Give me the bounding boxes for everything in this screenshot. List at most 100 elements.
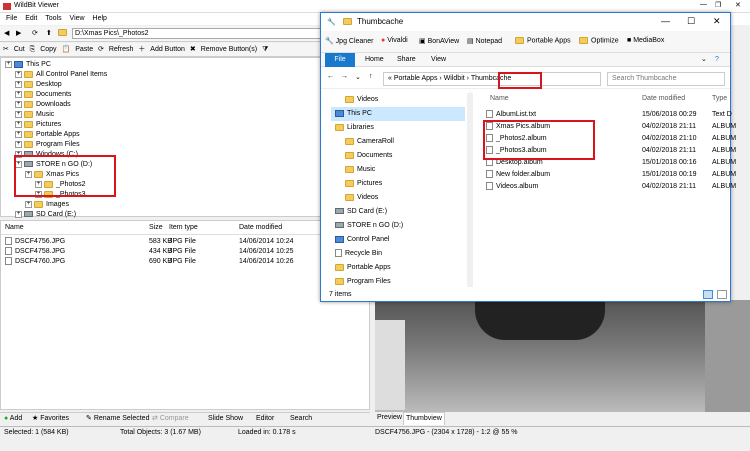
col-date-header[interactable]: Date modified xyxy=(642,95,685,102)
file-cell[interactable]: DSCF4756.JPG xyxy=(5,237,65,247)
expand-icon[interactable]: + xyxy=(15,100,22,108)
fav-vivaldi[interactable]: ● Vivaldi xyxy=(381,37,408,44)
nav-item[interactable]: Portable Apps xyxy=(335,261,391,275)
explorer-search-input[interactable]: Search Thumbcache xyxy=(607,72,725,86)
expand-icon[interactable]: + xyxy=(15,90,22,98)
up-arrow-icon[interactable]: ↑ xyxy=(369,73,373,80)
forward-arrow-icon[interactable]: → xyxy=(341,73,348,80)
tree-item[interactable]: + Portable Apps xyxy=(15,130,80,140)
explorer-maximize-button[interactable]: ☐ xyxy=(687,16,695,27)
explorer-file-row[interactable]: Videos.album 04/02/2018 21:11 ALBUM xyxy=(486,181,736,193)
expand-icon[interactable]: + xyxy=(15,80,22,88)
tab-preview[interactable]: Preview xyxy=(377,412,402,424)
tab-share[interactable]: Share xyxy=(397,53,416,67)
menu-help[interactable]: Help xyxy=(93,15,107,22)
fav-notepad[interactable]: ▤ Notepad xyxy=(467,37,502,45)
menu-tools[interactable]: Tools xyxy=(45,15,61,22)
nav-item[interactable]: Program Files xyxy=(335,275,391,289)
add-button[interactable]: ＋ Add Button xyxy=(138,46,185,53)
search-button[interactable]: Search xyxy=(290,413,312,425)
tree-item[interactable]: + Program Files xyxy=(15,140,80,150)
expand-icon[interactable]: + xyxy=(15,110,22,118)
expand-icon[interactable]: + xyxy=(15,140,22,148)
nav-scrollbar[interactable] xyxy=(467,93,473,287)
ribbon-expand-icon[interactable]: ⌄ xyxy=(701,53,707,67)
nav-item[interactable]: Recycle Bin xyxy=(335,247,382,261)
nav-item[interactable]: Pictures xyxy=(345,177,382,191)
slide-show-button[interactable]: Slide Show xyxy=(208,413,243,425)
large-icons-view-icon[interactable] xyxy=(717,290,727,299)
expand-icon[interactable]: + xyxy=(15,210,22,218)
back-arrow-icon[interactable]: ← xyxy=(327,73,334,80)
col-date[interactable]: Date modified xyxy=(239,223,282,233)
fav-bonaview[interactable]: ▣ BonAView xyxy=(419,37,459,45)
image-preview[interactable] xyxy=(375,300,750,412)
tab-thumbview[interactable]: Thumbview xyxy=(403,412,445,425)
up-icon[interactable]: ⬆ xyxy=(46,29,52,37)
file-cell[interactable]: 14/06/2014 10:24 xyxy=(239,237,294,247)
col-type-header[interactable]: Type xyxy=(712,95,727,102)
nav-item[interactable]: STORE n GO (D:) xyxy=(335,219,403,233)
nav-item[interactable]: This PC xyxy=(331,107,465,121)
refresh-icon[interactable]: ⟳ xyxy=(32,29,38,37)
nav-item[interactable]: Control Panel xyxy=(335,233,389,247)
fav-portable-apps[interactable]: Portable Apps xyxy=(515,37,571,44)
forward-icon[interactable]: ▶ xyxy=(16,29,21,37)
expand-icon[interactable]: + xyxy=(25,200,32,208)
fav-optimize[interactable]: Optimize xyxy=(579,37,619,44)
maximize-button[interactable]: ❐ xyxy=(715,1,721,9)
paste-button[interactable]: 📋 Paste xyxy=(62,46,94,53)
copy-button[interactable]: ⎘ Copy xyxy=(30,46,57,53)
back-icon[interactable]: ◀ xyxy=(4,29,9,37)
crumb-portable-apps[interactable]: Portable Apps xyxy=(394,75,438,82)
minimize-button[interactable]: — xyxy=(700,1,707,8)
tree-item[interactable]: + Downloads xyxy=(15,100,71,110)
nav-item[interactable]: Documents xyxy=(345,149,392,163)
expand-icon[interactable]: + xyxy=(5,60,12,68)
file-cell[interactable]: DSCF4760.JPG xyxy=(5,257,65,267)
menu-file[interactable]: File xyxy=(6,15,17,22)
tree-item[interactable]: + Images xyxy=(25,200,69,210)
tree-item[interactable]: + Documents xyxy=(15,90,71,100)
fav-jpg-cleaner[interactable]: 🔧 Jpg Cleaner xyxy=(325,37,373,45)
fav-mediabox[interactable]: ■ MediaBox xyxy=(627,37,664,44)
favorites-button[interactable]: ★ Favorites xyxy=(32,413,69,425)
nav-item[interactable]: Videos xyxy=(345,93,378,107)
filter-icon[interactable]: ⧩ xyxy=(262,46,268,53)
file-cell[interactable]: 14/06/2014 10:25 xyxy=(239,247,294,257)
file-cell[interactable]: JPG File xyxy=(169,247,196,257)
expand-icon[interactable]: + xyxy=(15,70,22,78)
tree-item[interactable]: + Pictures xyxy=(15,120,61,130)
tree-item[interactable]: + Desktop xyxy=(15,80,62,90)
tab-file[interactable]: File xyxy=(325,53,355,67)
tree-item[interactable]: + All Control Panel Items xyxy=(15,70,107,80)
file-cell[interactable]: JPG File xyxy=(169,257,196,267)
tab-home[interactable]: Home xyxy=(365,53,384,67)
compare-button[interactable]: ⇄ Compare xyxy=(152,413,189,425)
nav-item[interactable]: SD Card (E:) xyxy=(335,205,387,219)
explorer-close-button[interactable]: ✕ xyxy=(713,16,721,27)
col-name[interactable]: Name xyxy=(5,223,24,233)
col-name-header[interactable]: Name xyxy=(490,95,509,102)
crumb-wildbit[interactable]: Wildbit xyxy=(444,75,465,82)
nav-item[interactable]: CameraRoll xyxy=(345,135,394,149)
menu-edit[interactable]: Edit xyxy=(25,15,37,22)
expand-icon[interactable]: + xyxy=(15,120,22,128)
add-favorite-button[interactable]: ● Add xyxy=(4,413,22,425)
file-cell[interactable]: JPG File xyxy=(169,237,196,247)
explorer-minimize-button[interactable]: — xyxy=(661,16,670,26)
tree-item[interactable]: + SD Card (E:) xyxy=(15,210,76,220)
explorer-file-row[interactable]: New folder.album 15/01/2018 00:19 ALBUM xyxy=(486,169,736,181)
details-view-icon[interactable] xyxy=(703,290,713,299)
cut-button[interactable]: ✂ Cut xyxy=(3,46,25,53)
nav-item[interactable]: Videos xyxy=(345,191,378,205)
editor-button[interactable]: Editor xyxy=(256,413,274,425)
tree-item[interactable]: + Music xyxy=(15,110,54,120)
file-cell[interactable]: DSCF4758.JPG xyxy=(5,247,65,257)
nav-item[interactable]: Music xyxy=(345,163,375,177)
remove-buttons[interactable]: ✖ Remove Button(s) xyxy=(190,46,257,53)
close-button[interactable]: ✕ xyxy=(735,1,741,9)
recent-dropdown-icon[interactable]: ⌄ xyxy=(355,73,361,81)
nav-item[interactable]: Libraries xyxy=(335,121,374,135)
explorer-address-input[interactable]: « Portable Apps › Wildbit › Thumbcache xyxy=(383,72,601,86)
